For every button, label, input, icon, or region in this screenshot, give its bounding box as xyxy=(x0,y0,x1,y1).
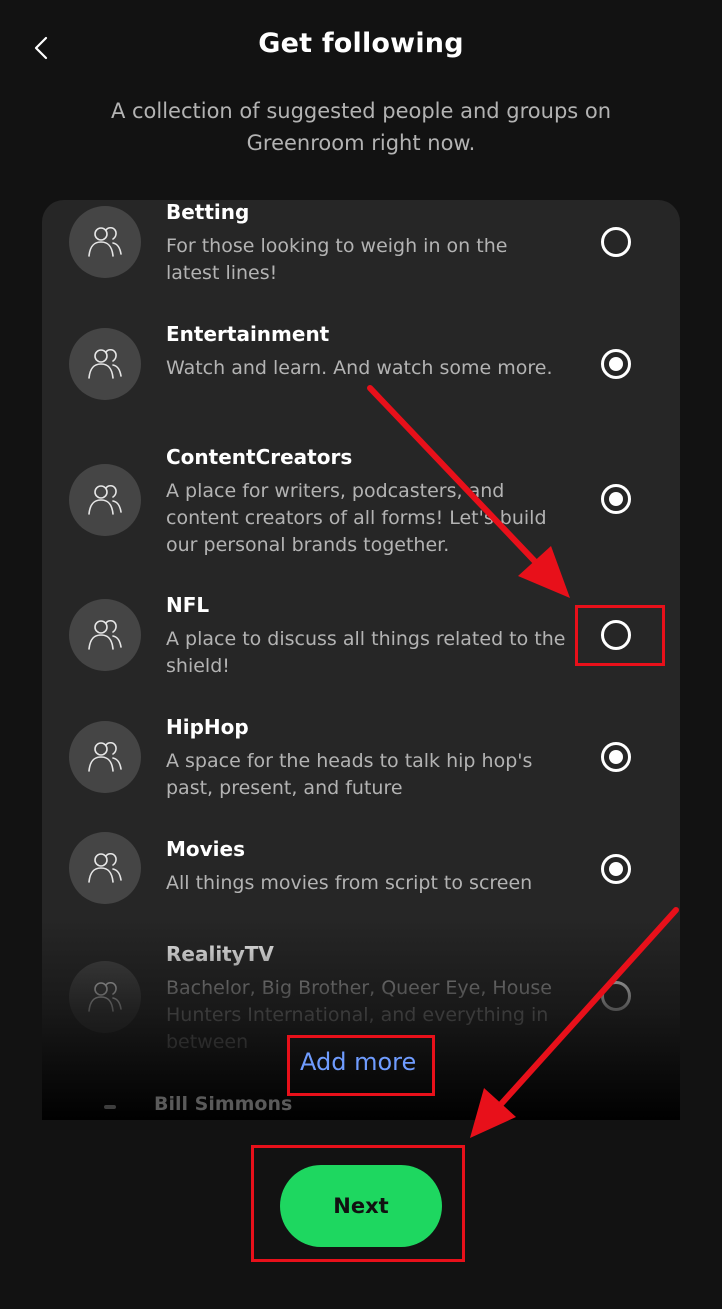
peek-list-item[interactable]: Bill Simmons xyxy=(154,1093,292,1115)
people-group-icon xyxy=(88,484,122,515)
list-item[interactable]: NFL A place to discuss all things relate… xyxy=(42,593,680,708)
group-avatar xyxy=(69,464,141,536)
item-title: ContentCreators xyxy=(166,445,353,469)
select-radio[interactable] xyxy=(601,742,631,772)
select-radio[interactable] xyxy=(601,981,631,1011)
people-group-icon xyxy=(88,852,122,883)
list-item[interactable]: Movies All things movies from script to … xyxy=(42,832,680,937)
item-description: A place for writers, podcasters, and con… xyxy=(166,480,547,556)
list-item[interactable]: Entertainment Watch and learn. And watch… xyxy=(42,322,680,437)
people-group-icon xyxy=(88,981,122,1012)
select-radio[interactable] xyxy=(601,620,631,650)
group-avatar xyxy=(69,599,141,671)
select-radio[interactable] xyxy=(601,349,631,379)
item-description: A space for the heads to talk hip hop's … xyxy=(166,750,533,799)
next-button[interactable]: Next xyxy=(280,1165,442,1247)
page-title: Get following xyxy=(258,28,464,59)
list-item[interactable]: HipHop A space for the heads to talk hip… xyxy=(42,715,680,830)
group-avatar xyxy=(69,961,141,1033)
suggestions-list[interactable]: Betting For those looking to weigh in on… xyxy=(42,200,680,1120)
page-subtitle: A collection of suggested people and gro… xyxy=(110,99,612,155)
item-description: A place to discuss all things related to… xyxy=(166,628,566,677)
radio-selected-dot xyxy=(609,862,623,876)
select-radio[interactable] xyxy=(601,484,631,514)
radio-selected-dot xyxy=(609,750,623,764)
select-radio[interactable] xyxy=(601,227,631,257)
list-item[interactable]: ContentCreators A place for writers, pod… xyxy=(42,445,680,570)
item-title: Entertainment xyxy=(166,322,330,346)
group-avatar xyxy=(69,206,141,278)
item-description: All things movies from script to screen xyxy=(166,872,533,894)
group-avatar xyxy=(69,328,141,400)
people-group-icon xyxy=(88,226,122,257)
select-radio[interactable] xyxy=(601,854,631,884)
item-title: Movies xyxy=(166,837,246,861)
group-avatar xyxy=(69,832,141,904)
list-item[interactable]: Betting For those looking to weigh in on… xyxy=(42,200,680,315)
item-title: NFL xyxy=(166,593,210,617)
people-group-icon xyxy=(88,619,122,650)
item-title: Betting xyxy=(166,200,250,224)
peek-avatar xyxy=(104,1105,116,1109)
item-description: Bachelor, Big Brother, Queer Eye, House … xyxy=(166,977,552,1053)
group-avatar xyxy=(69,721,141,793)
add-more-link[interactable]: Add more xyxy=(300,1048,416,1076)
people-group-icon xyxy=(88,741,122,772)
radio-selected-dot xyxy=(609,492,623,506)
item-description: For those looking to weigh in on the lat… xyxy=(166,235,508,284)
radio-selected-dot xyxy=(609,357,623,371)
item-title: RealityTV xyxy=(166,942,274,966)
item-title: HipHop xyxy=(166,715,249,739)
item-description: Watch and learn. And watch some more. xyxy=(166,357,553,379)
people-group-icon xyxy=(88,348,122,379)
